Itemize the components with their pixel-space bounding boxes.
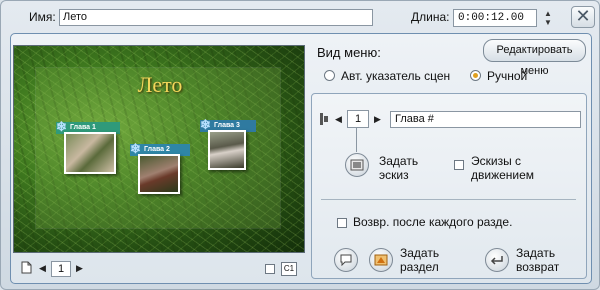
duration-up-arrow-icon[interactable]: ▲ — [542, 9, 554, 18]
chapter-3-label-text: Глава 3 — [214, 122, 240, 129]
edit-menu-button[interactable]: Редактировать меню — [483, 39, 586, 77]
menu-editor-window: Имя: Лето Длина: 0:00:12.00 ▲ ▼ ✕ Лето ❄… — [0, 0, 600, 290]
page-number-field[interactable]: 1 — [51, 261, 71, 277]
auto-scene-index-radio[interactable] — [324, 70, 335, 81]
close-button[interactable]: ✕ — [571, 6, 595, 28]
duration-label: Длина: — [411, 10, 450, 24]
set-return-label[interactable]: Задать возврат — [516, 246, 576, 274]
thumbnail-icon — [350, 159, 364, 171]
return-after-each-label[interactable]: Возвр. после каждого разде. — [353, 215, 512, 229]
set-chapter-label[interactable]: Задать раздел — [400, 246, 460, 274]
set-thumbnail-button[interactable] — [345, 153, 369, 177]
duration-down-arrow-icon[interactable]: ▼ — [542, 18, 554, 27]
chapter-next-arrow-icon[interactable]: ▶ — [374, 114, 381, 125]
page-prev-arrow-icon[interactable]: ◀ — [39, 263, 46, 274]
name-input[interactable]: Лето — [59, 9, 373, 26]
auto-scene-index-label[interactable]: Авт. указатель сцен — [341, 69, 450, 83]
chapter-2-label-text: Глава 2 — [144, 146, 170, 153]
motion-thumbnails-label[interactable]: Эскизы с движением — [471, 154, 551, 182]
menu-title-text[interactable]: Лето — [14, 72, 304, 98]
chapter-1-thumbnail[interactable] — [64, 132, 116, 174]
connector-line — [356, 128, 357, 152]
page-icon[interactable] — [21, 261, 32, 274]
chapter-1-label-text: Глава 1 — [70, 124, 96, 131]
chapter-prev-arrow-icon[interactable]: ◀ — [335, 114, 342, 125]
set-thumbnail-label[interactable]: Задать эскиз — [379, 154, 439, 182]
menu-type-label: Вид меню: — [317, 45, 381, 60]
chapter-marker-icon — [374, 254, 388, 266]
duration-input[interactable]: 0:00:12.00 — [453, 9, 537, 27]
motion-thumbnails-checkbox[interactable] — [454, 160, 464, 170]
chapter-number-field[interactable]: 1 — [347, 110, 369, 128]
manual-radio[interactable] — [470, 70, 481, 81]
return-arrow-icon — [490, 256, 503, 265]
set-chapter-button[interactable] — [369, 248, 393, 272]
chapter-marker-button[interactable] — [334, 248, 358, 272]
name-label: Имя: — [29, 10, 56, 24]
chapter-name-input[interactable]: Глава # — [390, 111, 581, 128]
menu-preview[interactable]: Лето ❄ Глава 1 ❄ Глава 2 ❄ Глава 3 — [13, 45, 305, 253]
speech-bubble-icon — [340, 254, 352, 267]
chapter-3-thumbnail[interactable] — [208, 130, 246, 170]
chapter-2-thumbnail[interactable] — [138, 154, 180, 194]
title-bar: Имя: Лето Длина: 0:00:12.00 ▲ ▼ ✕ — [1, 1, 600, 33]
set-return-button[interactable] — [485, 248, 509, 272]
safe-zone-checkbox[interactable] — [265, 264, 275, 274]
page-next-arrow-icon[interactable]: ▶ — [76, 263, 83, 274]
return-after-each-checkbox[interactable] — [337, 218, 347, 228]
manual-label[interactable]: Ручной — [487, 69, 527, 83]
c1-toggle[interactable]: C1 — [281, 262, 297, 276]
chapter-link-icon — [320, 113, 328, 125]
panel-divider — [321, 199, 576, 200]
